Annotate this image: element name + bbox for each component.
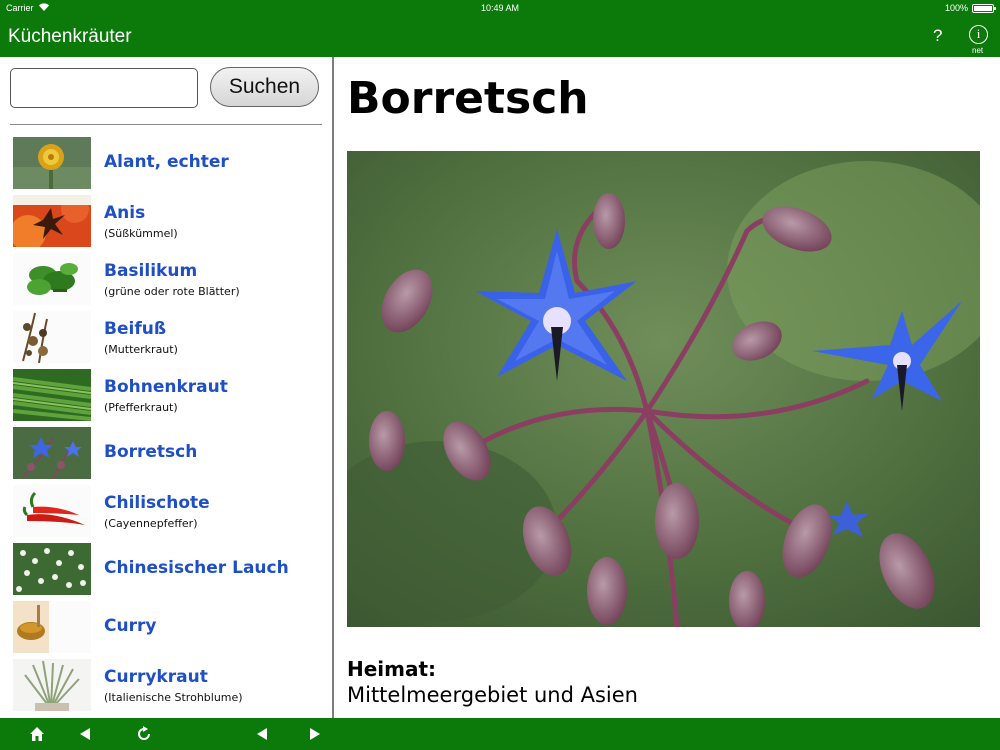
battery-percentage: 100% xyxy=(944,3,968,13)
herb-thumbnail xyxy=(13,427,91,479)
herb-subtitle: (Cayennepfeffer) xyxy=(104,517,198,530)
herb-name: Beifuß xyxy=(104,319,167,339)
herb-subtitle: (Italienische Strohblume) xyxy=(104,691,243,704)
herb-list-item-anis[interactable]: Anis (Süßkümmel) xyxy=(0,193,332,249)
search-button[interactable]: Suchen xyxy=(210,67,319,107)
herb-name: Currykraut xyxy=(104,667,208,687)
herb-thumbnail xyxy=(13,601,91,653)
herb-list-item-chinesischer-lauch[interactable]: Chinesischer Lauch xyxy=(0,541,332,597)
previous-icon[interactable] xyxy=(247,718,277,750)
herb-thumbnail xyxy=(13,543,91,595)
herb-list-item-alant[interactable]: Alant, echter xyxy=(0,135,332,191)
herb-thumbnail xyxy=(13,195,91,247)
herb-name: Alant, echter xyxy=(104,152,229,172)
help-button[interactable]: ? xyxy=(933,26,942,46)
clock: 10:49 AM xyxy=(480,3,520,13)
herb-sidebar: Suchen Alant, echter Anis (Süßkümmel) Ba… xyxy=(0,57,332,718)
herb-detail-pane: Borretsch Heimat: Mittelmeergebiet und A… xyxy=(334,57,1000,718)
herb-thumbnail xyxy=(13,311,91,363)
section-value: Mittelmeergebiet und Asien xyxy=(347,683,638,707)
herb-thumbnail xyxy=(13,659,91,711)
battery-icon xyxy=(972,4,996,13)
herb-subtitle: (Pfefferkraut) xyxy=(104,401,178,414)
herb-thumbnail xyxy=(13,485,91,537)
herb-list-item-curry[interactable]: Curry xyxy=(0,599,332,655)
home-icon[interactable] xyxy=(22,718,52,750)
next-icon[interactable] xyxy=(300,718,330,750)
app-title: Küchenkräuter xyxy=(8,26,132,47)
navigation-bar: Küchenkräuter ? i net xyxy=(0,16,1000,57)
herb-name: Curry xyxy=(104,616,157,636)
herb-subtitle: (Mutterkraut) xyxy=(104,343,178,356)
list-divider xyxy=(10,124,322,125)
herb-name: Borretsch xyxy=(104,442,198,462)
herb-photo xyxy=(347,151,980,627)
bottom-toolbar xyxy=(0,718,1000,750)
herb-list-item-borretsch[interactable]: Borretsch xyxy=(0,425,332,481)
herb-name: Chilischote xyxy=(104,493,210,513)
herb-list-item-chilischote[interactable]: Chilischote (Cayennepfeffer) xyxy=(0,483,332,539)
page-title: Borretsch xyxy=(347,73,589,124)
herb-thumbnail xyxy=(13,253,91,305)
herb-name: Chinesischer Lauch xyxy=(104,558,289,578)
herb-thumbnail xyxy=(13,369,91,421)
herb-thumbnail xyxy=(13,137,91,189)
search-input[interactable] xyxy=(10,68,198,108)
info-icon[interactable]: i xyxy=(969,25,988,44)
herb-list-item-basilikum[interactable]: Basilikum (grüne oder rote Blätter) xyxy=(0,251,332,307)
info-sublabel: net xyxy=(972,46,984,55)
back-arrow-icon[interactable] xyxy=(70,718,100,750)
herb-list-item-bohnenkraut[interactable]: Bohnenkraut (Pfefferkraut) xyxy=(0,367,332,423)
section-label: Heimat: xyxy=(347,657,437,681)
reload-icon[interactable] xyxy=(129,718,159,750)
herb-name: Basilikum xyxy=(104,261,198,281)
herb-subtitle: (grüne oder rote Blätter) xyxy=(104,285,240,298)
herb-name: Bohnenkraut xyxy=(104,377,228,397)
herb-list-item-currykraut[interactable]: Currykraut (Italienische Strohblume) xyxy=(0,657,332,713)
herb-subtitle: (Süßkümmel) xyxy=(104,227,178,240)
herb-list-item-beifuss[interactable]: Beifuß (Mutterkraut) xyxy=(0,309,332,365)
herb-name: Anis xyxy=(104,203,146,223)
status-bar: Carrier 10:49 AM 100% xyxy=(0,0,1000,16)
